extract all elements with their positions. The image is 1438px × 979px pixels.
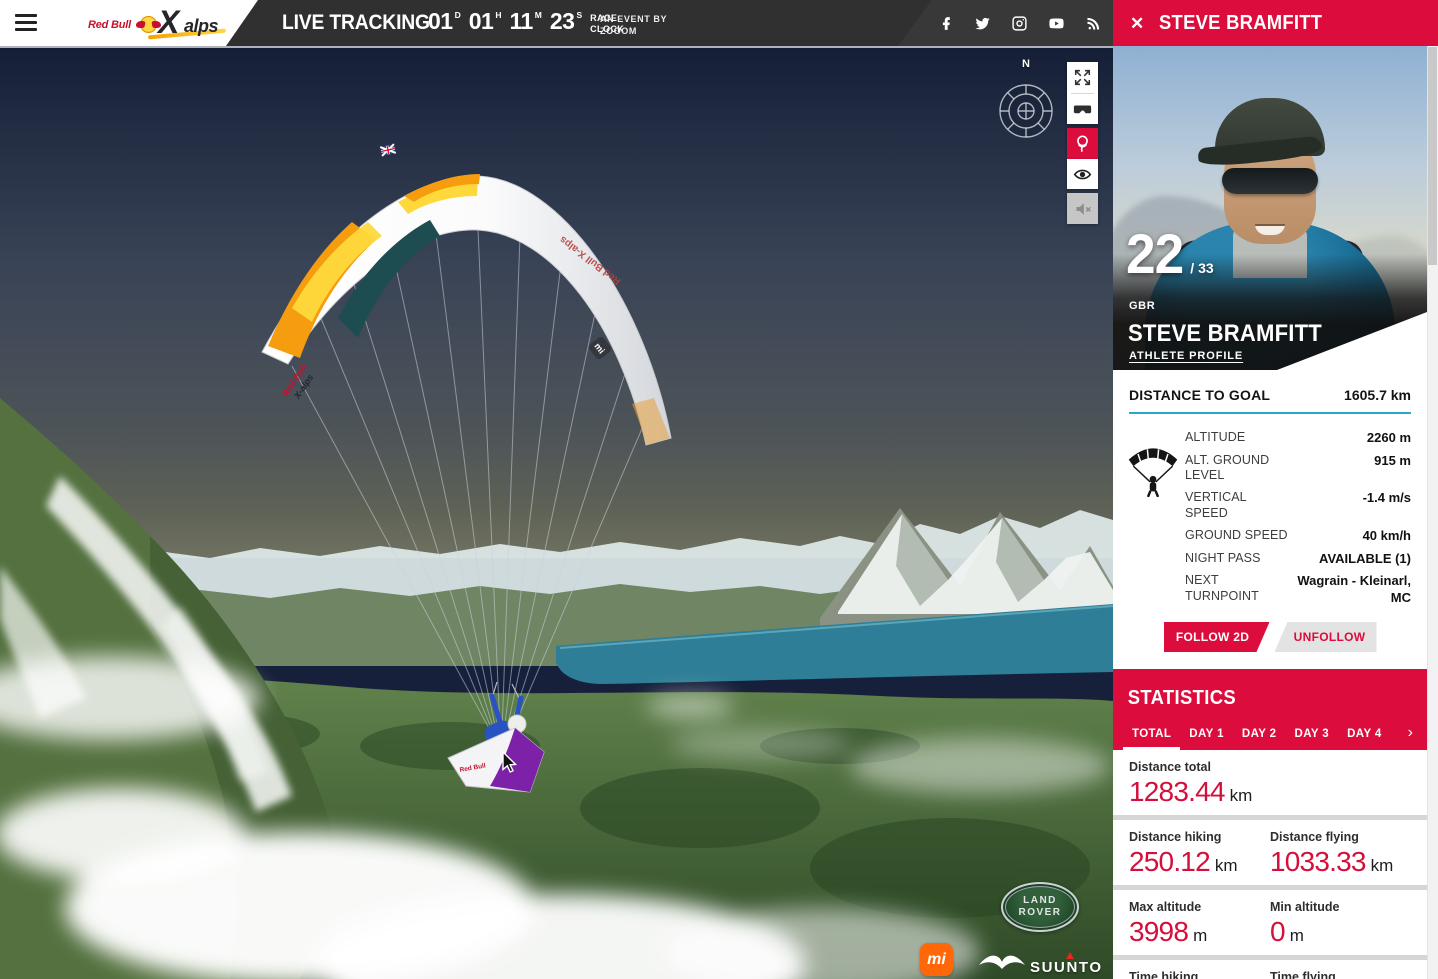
athlete-name: STEVE BRAMFITT [1128, 320, 1322, 348]
xalps-alps: alps [184, 16, 218, 37]
clock-seconds-unit: S [576, 10, 582, 20]
xiaomi-mi-text: mi [927, 951, 946, 969]
live-stats: ALTITUDE2260 m ALT. GROUND LEVEL915 m VE… [1113, 414, 1427, 609]
clock-hours: 01 [469, 8, 494, 35]
clock-minutes-unit: M [535, 10, 542, 20]
redbull-xalps-logo[interactable]: Red Bull X alps [88, 6, 238, 42]
follow-2d-button[interactable]: FOLLOW 2D [1164, 622, 1270, 652]
athlete-rank: 22 / 33 [1126, 226, 1214, 282]
compass-north-label: N [1022, 58, 1030, 70]
tab-total[interactable]: TOTAL [1123, 722, 1180, 750]
vr-view-button[interactable] [1067, 94, 1098, 125]
stat-row: VERTICAL SPEED-1.4 m/s [1185, 487, 1411, 525]
statistics-cards: Distance total 1283.44km Distance hiking… [1113, 750, 1427, 979]
athlete-country: GBR [1129, 300, 1155, 312]
xalps-x: X [158, 4, 177, 41]
statistics-tabs: TOTAL DAY 1 DAY 2 DAY 3 DAY 4 › [1113, 722, 1427, 750]
map-3d-view[interactable]: Red Bull X-alps Red Bull X-alps mi [0, 46, 1113, 979]
clock-minutes: 11 [509, 8, 532, 35]
xiaomi-logo: mi [920, 943, 953, 976]
instagram-icon[interactable] [1010, 14, 1028, 32]
tab-day-1[interactable]: DAY 1 [1180, 722, 1233, 750]
distance-to-goal-value: 1605.7 km [1344, 387, 1411, 403]
stat-row: NEXT TURNPOINTWagrain - Kleinarl, MC [1185, 570, 1411, 609]
athlete-panel: ✕ STEVE BRAMFITT 22 / 33 [1113, 0, 1438, 979]
paraglider-pictogram [1121, 427, 1185, 609]
audio-muted-icon [1074, 200, 1092, 218]
suunto-text: SUUNTO [1030, 959, 1103, 976]
card-time: Time hiking 47.3h Time flying 37.9h [1113, 960, 1427, 979]
tab-day-2[interactable]: DAY 2 [1233, 722, 1286, 750]
tab-day-3[interactable]: DAY 3 [1285, 722, 1338, 750]
close-icon[interactable]: ✕ [1130, 15, 1144, 32]
distance-to-goal-section: DISTANCE TO GOAL 1605.7 km [1113, 370, 1427, 414]
suunto-logo: SUUNTO [1030, 959, 1103, 976]
vr-goggles-icon [1073, 99, 1092, 118]
wings-logo-icon [978, 949, 1026, 973]
clock-days: 01 [428, 8, 453, 35]
redbull-wordmark: Red Bull [88, 19, 131, 31]
tab-day-4[interactable]: DAY 4 [1338, 722, 1391, 750]
unfollow-button[interactable]: UNFOLLOW [1275, 622, 1377, 652]
clock-seconds: 23 [550, 8, 575, 35]
land-rover-logo: LAND ROVER [1001, 882, 1079, 932]
spectator-view-button[interactable] [1067, 159, 1098, 189]
youtube-icon[interactable] [1047, 14, 1065, 32]
card-distance-total: Distance total 1283.44km [1113, 750, 1427, 815]
live-tracking-title: LIVE TRACKING [282, 11, 430, 35]
event-by-label: AN EVENT BY ZOOOM [600, 13, 667, 37]
twitter-icon[interactable] [973, 14, 991, 32]
athlete-panel-content: 22 / 33 GBR STEVE BRAMFITT ATHLETE PROFIL… [1113, 46, 1427, 979]
follow-3d-button[interactable] [1067, 128, 1098, 159]
statistics-title: STATISTICS [1113, 687, 1236, 710]
distance-to-goal-label: DISTANCE TO GOAL [1129, 387, 1270, 403]
terrain-scene: Red Bull X-alps Red Bull X-alps mi [0, 46, 1113, 979]
map-top-divider [0, 46, 1113, 48]
compass[interactable]: N [997, 58, 1055, 144]
map-view-controls [1067, 62, 1098, 124]
compass-rose-icon [997, 71, 1055, 143]
stat-row: ALT. GROUND LEVEL915 m [1185, 450, 1411, 488]
follow-3d-icon [1073, 134, 1092, 153]
sidebar-scrollbar[interactable] [1427, 46, 1438, 979]
card-distance-split: Distance hiking 250.12km Distance flying… [1113, 820, 1427, 885]
tabs-next-icon[interactable]: › [1408, 724, 1419, 750]
land-rover-text-bottom: ROVER [1018, 907, 1061, 919]
photo-sunglasses [1222, 168, 1318, 194]
athlete-panel-title: STEVE BRAMFITT [1159, 12, 1322, 35]
sidebar-scrollbar-thumb[interactable] [1428, 47, 1437, 265]
redbull-bulls-icon [140, 16, 157, 33]
clock-days-unit: D [455, 10, 461, 20]
statistics-section: STATISTICS TOTAL DAY 1 DAY 2 DAY 3 DAY 4… [1113, 669, 1427, 750]
live-tracking-app: Red Bull X-alps Red Bull X-alps mi [0, 0, 1438, 979]
athlete-panel-header: ✕ STEVE BRAMFITT [1113, 0, 1438, 46]
race-clock: 01 D 01 H 11 M 23 S RACE CLOCK [428, 8, 624, 36]
athlete-profile-link[interactable]: ATHLETE PROFILE [1129, 350, 1243, 362]
stat-row: ALTITUDE2260 m [1185, 427, 1411, 450]
menu-button[interactable] [15, 14, 37, 31]
fullscreen-button[interactable] [1067, 62, 1098, 93]
fullscreen-icon [1074, 69, 1091, 86]
paraglider-icon [1125, 439, 1181, 497]
social-links [936, 0, 1102, 46]
topbar-brand-zone: Red Bull X alps [0, 0, 258, 46]
facebook-icon[interactable] [936, 14, 954, 32]
rank-number: 22 [1126, 226, 1183, 282]
audio-mute-button[interactable] [1067, 193, 1098, 224]
card-altitude: Max altitude 3998m Min altitude 0m [1113, 890, 1427, 955]
rss-icon[interactable] [1084, 14, 1102, 32]
follow-buttons: FOLLOW 2D UNFOLLOW [1113, 622, 1427, 652]
stat-row: GROUND SPEED40 km/h [1185, 525, 1411, 548]
athlete-photo: 22 / 33 GBR STEVE BRAMFITT ATHLETE PROFIL… [1113, 46, 1427, 370]
suunto-peak-icon [1066, 952, 1074, 959]
stat-row: NIGHT PASSAVAILABLE (1) [1185, 548, 1411, 571]
eye-icon [1073, 165, 1092, 184]
clock-hours-unit: H [495, 10, 501, 20]
land-rover-text-top: LAND [1023, 895, 1057, 907]
rank-total: / 33 [1190, 260, 1213, 276]
